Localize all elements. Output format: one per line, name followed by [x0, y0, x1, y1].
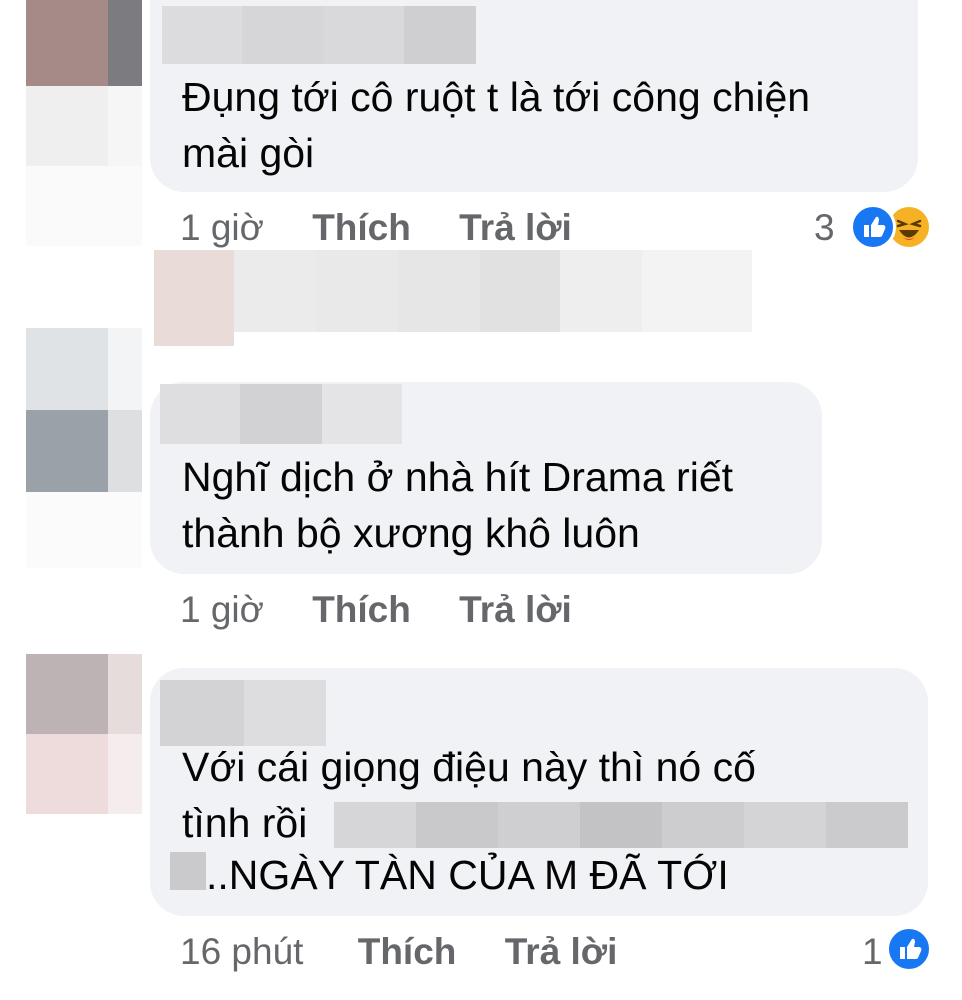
avatar-blur-block	[108, 734, 142, 814]
text-blur-block	[580, 802, 662, 848]
comment-text-line: Với cái giọng điệu này thì nó cố	[182, 744, 756, 790]
reply-button[interactable]: Trả lời	[459, 207, 572, 248]
avatar-blur-block	[26, 734, 108, 814]
comment-text-line: ..NGÀY TÀN CỦA M ĐÃ TỚI	[206, 852, 729, 898]
strip-blur-block	[560, 250, 642, 332]
avatar[interactable]	[26, 328, 142, 492]
avatar-blur-block	[26, 410, 108, 492]
avatar-blur-block	[26, 492, 142, 568]
name-blur-block	[242, 6, 324, 64]
commenter-name-redacted[interactable]	[160, 384, 402, 444]
strip-blur-block	[234, 250, 316, 332]
avatar-blur-block	[108, 0, 142, 86]
avatar-blur-block	[26, 654, 108, 734]
text-blur-block	[334, 802, 416, 848]
avatar-blur-block	[26, 86, 108, 166]
redacted-reply-strip	[154, 250, 752, 346]
comment-meta: 1 giờ Thích Trả lời	[180, 206, 572, 250]
comment-meta: 16 phút Thích Trả lời	[180, 930, 617, 974]
strip-blur-block	[398, 250, 480, 332]
reaction-count[interactable]: 3	[814, 206, 835, 250]
text-blur-block	[498, 802, 580, 848]
reply-button[interactable]: Trả lời	[505, 931, 618, 972]
comment-text-line: thành bộ xương khô luôn	[182, 510, 640, 556]
comment-time[interactable]: 1 giờ	[180, 207, 264, 248]
text-blur-block	[416, 802, 498, 848]
avatar-blur-block	[108, 86, 142, 166]
comment-meta: 1 giờ Thích Trả lời	[180, 588, 572, 632]
avatar-blur-block	[108, 654, 142, 734]
redacted-text	[334, 802, 908, 848]
avatar-blur-block	[26, 0, 108, 86]
like-icon[interactable]	[850, 204, 896, 250]
reaction-count[interactable]: 1	[862, 930, 883, 974]
text-blur-block	[744, 802, 826, 848]
avatar-blur-block	[26, 166, 142, 246]
name-blur-block	[160, 384, 240, 444]
redacted-text	[170, 852, 206, 890]
avatar[interactable]	[26, 654, 142, 814]
strip-blur-block	[316, 250, 398, 332]
strip-blur-block	[642, 250, 752, 332]
name-blur-block	[404, 6, 476, 64]
strip-blur-block	[154, 250, 234, 346]
text-blur-block	[662, 802, 744, 848]
name-blur-block	[322, 384, 402, 444]
name-blur-block	[162, 6, 242, 64]
text-blur-block	[826, 802, 908, 848]
like-button[interactable]: Thích	[358, 931, 457, 972]
strip-blur-block	[480, 250, 560, 332]
comment-time[interactable]: 16 phút	[180, 931, 303, 972]
comment-time[interactable]: 1 giờ	[180, 589, 264, 630]
reply-button[interactable]: Trả lời	[459, 589, 572, 630]
avatar-blur-block	[108, 410, 142, 492]
like-button[interactable]: Thích	[312, 589, 411, 630]
name-blur-block	[324, 6, 404, 64]
avatar-blur-block	[26, 328, 108, 410]
comment-text-line: Đụng tới cô ruột t là tới công chiện	[182, 74, 811, 120]
avatar-blur-block	[108, 328, 142, 410]
commenter-name-redacted[interactable]	[162, 6, 476, 64]
comment-text-line: mài gòi	[182, 130, 315, 176]
like-button[interactable]: Thích	[312, 207, 411, 248]
like-icon[interactable]	[886, 926, 932, 972]
comment-text-line: Nghĩ dịch ở nhà hít Drama riết	[182, 454, 734, 500]
name-blur-block	[240, 384, 322, 444]
avatar[interactable]	[26, 0, 142, 166]
